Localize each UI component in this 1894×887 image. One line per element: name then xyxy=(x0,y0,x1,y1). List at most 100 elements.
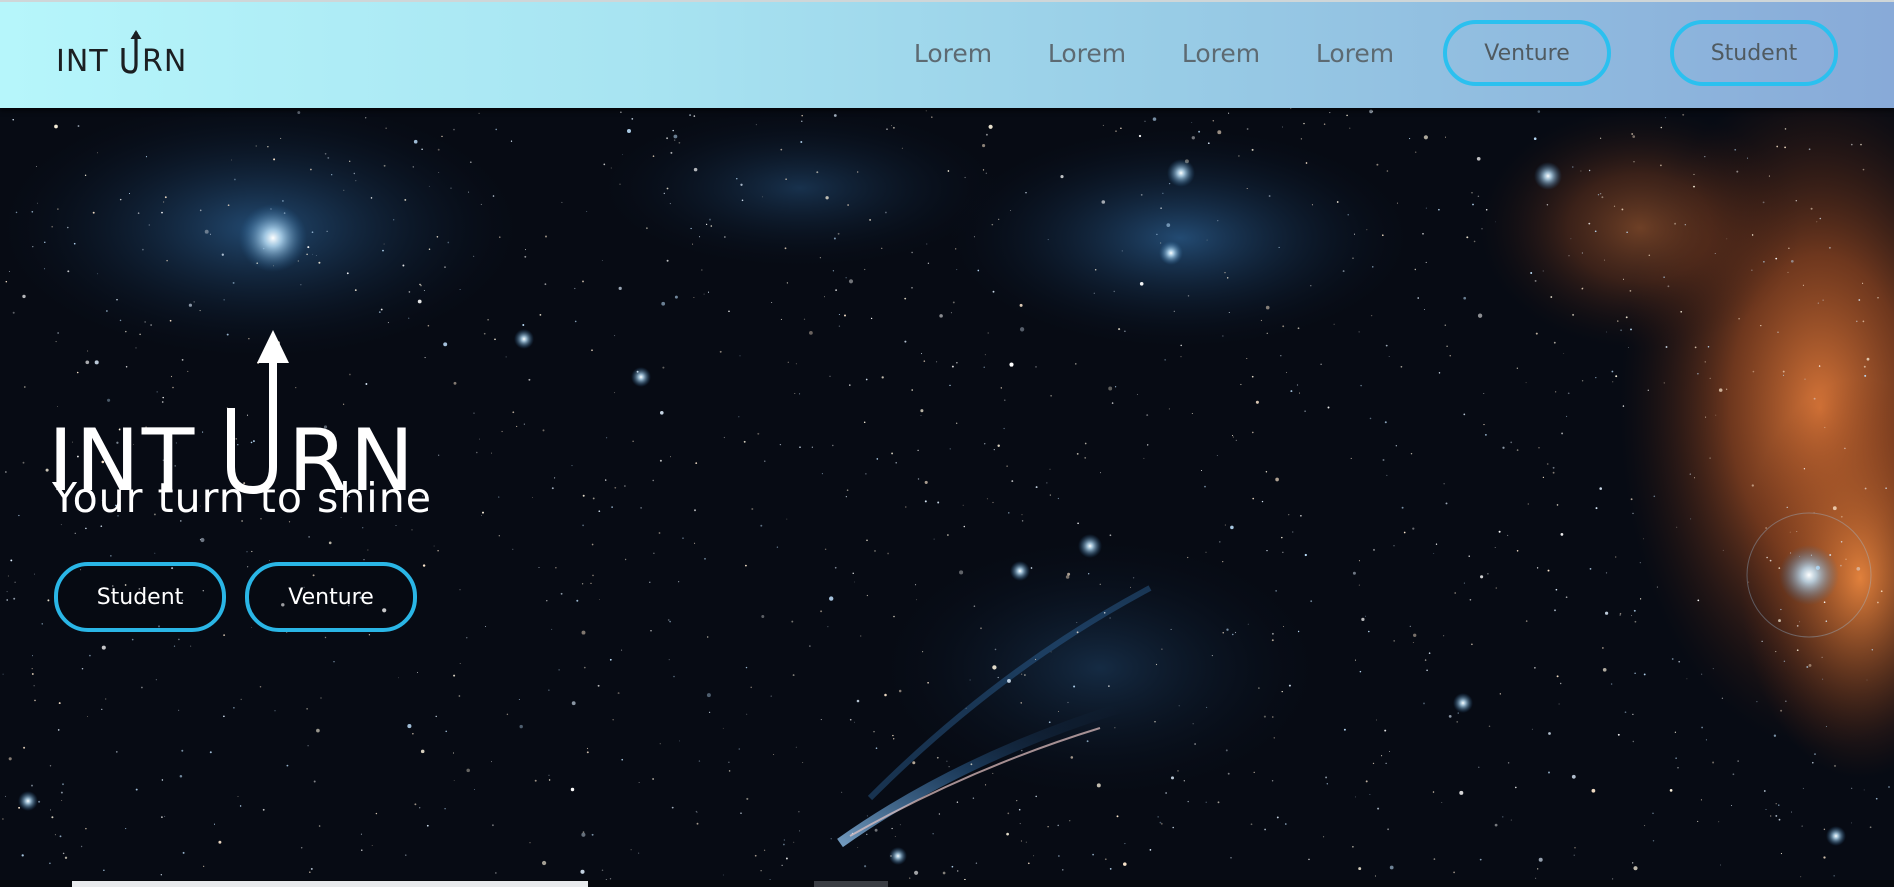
star xyxy=(1409,138,1411,140)
star xyxy=(761,615,765,618)
nav-link-2[interactable]: Lorem xyxy=(1020,36,1154,72)
star xyxy=(926,243,928,245)
star xyxy=(237,796,239,798)
star xyxy=(1643,673,1646,676)
star xyxy=(1381,755,1383,757)
star xyxy=(1084,442,1087,445)
star xyxy=(445,730,447,733)
star xyxy=(866,594,869,597)
star xyxy=(1591,788,1596,793)
nav-link-1[interactable]: Lorem xyxy=(886,36,1020,72)
star xyxy=(1617,320,1619,322)
star xyxy=(1006,832,1009,836)
star xyxy=(887,552,889,555)
star xyxy=(453,780,455,781)
star xyxy=(1823,828,1826,831)
star xyxy=(985,784,987,786)
star xyxy=(1674,222,1677,225)
star xyxy=(694,542,696,544)
star xyxy=(893,615,895,618)
star xyxy=(1800,876,1802,878)
star xyxy=(1225,749,1228,752)
star xyxy=(856,699,860,703)
star xyxy=(1265,305,1270,310)
star xyxy=(904,340,907,343)
star xyxy=(164,815,166,817)
star xyxy=(1571,774,1576,779)
star xyxy=(6,591,8,593)
star xyxy=(1817,302,1819,304)
star xyxy=(1198,130,1201,133)
star xyxy=(671,806,674,809)
star xyxy=(1047,826,1049,828)
star xyxy=(1862,282,1864,284)
star xyxy=(1025,192,1027,194)
star xyxy=(936,756,939,759)
star xyxy=(988,124,993,129)
star xyxy=(59,835,62,838)
star xyxy=(1821,656,1823,659)
star xyxy=(64,856,68,859)
nav-link-3[interactable]: Lorem xyxy=(1154,36,1288,72)
star xyxy=(512,411,515,414)
star xyxy=(1103,611,1106,614)
star xyxy=(1580,170,1582,172)
star xyxy=(1342,270,1345,273)
bright-star xyxy=(1078,534,1102,558)
star xyxy=(574,320,577,323)
star xyxy=(422,564,426,567)
star xyxy=(620,111,622,113)
star xyxy=(709,218,711,221)
hero-logo: INT RN xyxy=(48,262,414,511)
star xyxy=(1230,857,1232,859)
star xyxy=(760,524,763,527)
star xyxy=(1796,649,1799,652)
hero-student-button[interactable]: Student xyxy=(54,562,226,632)
star xyxy=(1376,163,1379,166)
star xyxy=(1374,875,1376,877)
star xyxy=(1709,377,1711,380)
star xyxy=(1300,138,1303,140)
star xyxy=(1049,468,1051,470)
star xyxy=(938,813,941,815)
star xyxy=(1352,846,1354,848)
star xyxy=(1487,573,1489,575)
star xyxy=(1795,199,1798,202)
brand-logo[interactable]: INT RN xyxy=(56,30,186,76)
star xyxy=(1094,268,1097,271)
hero-tagline: Your turn to shine xyxy=(52,474,432,522)
star xyxy=(145,156,148,158)
star xyxy=(1778,804,1780,806)
star xyxy=(154,552,156,554)
star xyxy=(8,271,10,272)
star xyxy=(1573,854,1575,856)
star xyxy=(1588,222,1591,225)
star xyxy=(47,599,50,602)
star xyxy=(582,280,584,283)
star xyxy=(505,356,507,358)
star xyxy=(710,225,713,227)
star xyxy=(1621,208,1624,211)
nav-venture-button[interactable]: Venture xyxy=(1443,20,1611,86)
star xyxy=(459,663,461,664)
nav-student-button[interactable]: Student xyxy=(1670,20,1838,86)
nav-link-4[interactable]: Lorem xyxy=(1288,36,1422,72)
star xyxy=(1423,135,1428,140)
star xyxy=(259,685,262,688)
star xyxy=(993,448,995,451)
star xyxy=(1453,871,1455,874)
star xyxy=(436,236,439,238)
star xyxy=(1320,363,1322,365)
star xyxy=(959,570,964,575)
hero-venture-button[interactable]: Venture xyxy=(245,562,417,632)
star xyxy=(182,851,185,854)
star xyxy=(1253,771,1255,774)
star xyxy=(1476,156,1481,161)
star xyxy=(472,255,475,258)
star xyxy=(920,353,923,355)
star xyxy=(937,501,940,504)
star xyxy=(865,378,868,381)
star xyxy=(783,839,786,841)
star xyxy=(1019,823,1021,825)
star xyxy=(1734,148,1737,151)
